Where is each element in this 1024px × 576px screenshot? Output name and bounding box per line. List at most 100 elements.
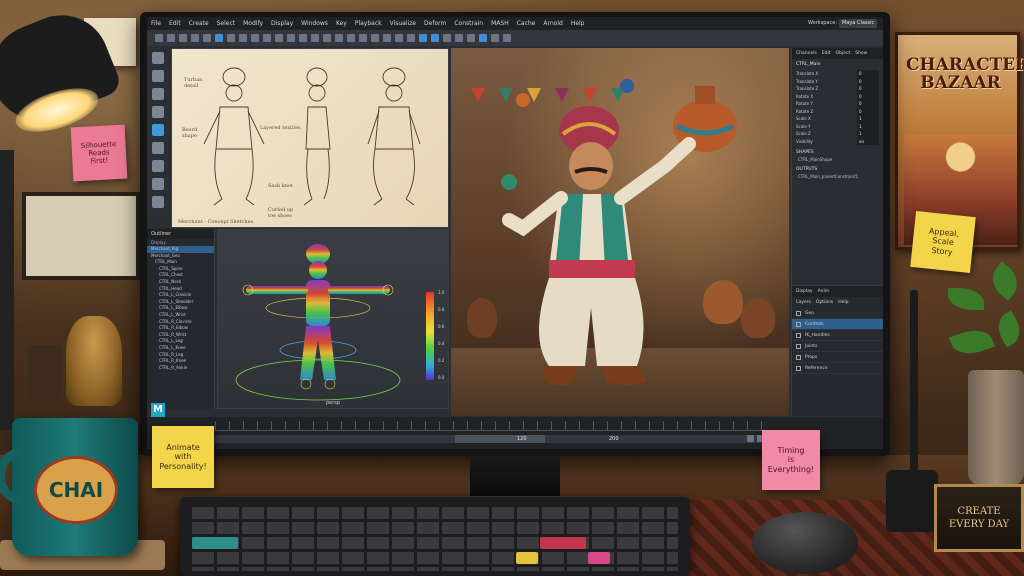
outliner-row[interactable]: Merchant_Rig	[147, 246, 214, 253]
menu-visualize[interactable]: Visualize	[386, 20, 420, 27]
menu-file[interactable]: File	[147, 20, 165, 27]
channel-value-field[interactable]: on	[857, 137, 879, 145]
layer-menu-help[interactable]: Help	[838, 300, 848, 305]
channel-value-field[interactable]: 1	[857, 130, 879, 138]
layer-visibility-icon[interactable]	[796, 332, 801, 338]
outliner-row[interactable]: CTRL_R_Wrist	[147, 332, 214, 339]
channel-row[interactable]: Translate Y 0	[792, 77, 883, 85]
range-end-frame[interactable]: 200	[609, 436, 619, 442]
wireframe-icon[interactable]	[383, 34, 391, 42]
open-scene-icon[interactable]	[167, 34, 175, 42]
layer-row[interactable]: Controls	[792, 319, 883, 330]
select-by-object-icon[interactable]	[227, 34, 235, 42]
layer-menu-layers[interactable]: Layers	[796, 300, 811, 305]
isolate-icon[interactable]	[455, 34, 463, 42]
save-scene-icon[interactable]	[179, 34, 187, 42]
channel-value-field[interactable]: 0	[857, 100, 879, 108]
render-settings-icon[interactable]	[335, 34, 343, 42]
channel-row[interactable]: Visibility on	[792, 137, 883, 145]
use-lights-icon[interactable]	[419, 34, 427, 42]
shadows-icon[interactable]	[431, 34, 439, 42]
redo-icon[interactable]	[203, 34, 211, 42]
outliner-row[interactable]: CTRL_L_Clavicle	[147, 292, 214, 299]
layer-visibility-icon[interactable]	[796, 354, 801, 360]
outliner-row[interactable]: CTRL_R_Ankle	[147, 365, 214, 372]
range-slider[interactable]	[215, 435, 775, 443]
channel-value-field[interactable]: 0	[857, 85, 879, 93]
select-tool-icon[interactable]	[152, 52, 164, 64]
menu-cache[interactable]: Cache	[513, 20, 540, 27]
channel-row[interactable]: Scale Y 1	[792, 122, 883, 130]
channel-row[interactable]: Rotate Z 0	[792, 107, 883, 115]
light-icon[interactable]	[371, 34, 379, 42]
lasso-tool-icon[interactable]	[152, 70, 164, 82]
hud-icon[interactable]	[479, 34, 487, 42]
outliner-row[interactable]: CTRL_Main	[147, 259, 214, 266]
layer-menu-options[interactable]: Options	[816, 300, 833, 305]
channel-row[interactable]: Scale X 1	[792, 115, 883, 123]
time-ruler[interactable]	[215, 421, 775, 431]
layer-visibility-icon[interactable]	[796, 343, 801, 349]
channel-row[interactable]: Translate X 0	[792, 70, 883, 78]
menu-deform[interactable]: Deform	[420, 20, 450, 27]
menu-playback[interactable]: Playback	[351, 20, 386, 27]
outliner-display-menu[interactable]: Display	[147, 239, 214, 246]
close-panel-icon[interactable]	[503, 34, 511, 42]
rig-r-foot-control[interactable]	[324, 378, 336, 390]
tab-display[interactable]: Display	[796, 289, 813, 294]
menu-display[interactable]: Display	[267, 20, 297, 27]
layer-row[interactable]: Geo	[792, 308, 883, 319]
menu-edit[interactable]: Edit	[165, 20, 185, 27]
outliner-row[interactable]: Merchant_Geo	[147, 253, 214, 260]
channel-value-field[interactable]: 0	[857, 70, 879, 78]
outliner-row[interactable]: CTRL_R_Clavicle	[147, 319, 214, 326]
outliner-row[interactable]: CTRL_R_Elbow	[147, 325, 214, 332]
rig-hip-control[interactable]	[279, 340, 357, 360]
channel-value-field[interactable]: 1	[857, 115, 879, 123]
xray-icon[interactable]	[443, 34, 451, 42]
channel-row[interactable]: Rotate Y 0	[792, 100, 883, 108]
channel-row[interactable]: Scale Z 1	[792, 130, 883, 138]
layer-visibility-icon[interactable]	[796, 321, 801, 327]
render-frame-icon[interactable]	[311, 34, 319, 42]
menu-help[interactable]: Help	[567, 20, 589, 27]
output-node[interactable]: CTRL_Main_parentConstraint1	[792, 174, 883, 179]
layer-row[interactable]: Props	[792, 352, 883, 363]
outliner-row[interactable]: CTRL_R_Leg	[147, 352, 214, 359]
channel-value-field[interactable]: 1	[857, 122, 879, 130]
layout-four-icon[interactable]	[152, 178, 164, 190]
new-scene-icon[interactable]	[155, 34, 163, 42]
workspace-dropdown[interactable]: Maya Classic	[839, 19, 877, 28]
rotate-tool-icon[interactable]	[152, 124, 164, 136]
menu-arnold[interactable]: Arnold	[539, 20, 566, 27]
textured-icon[interactable]	[407, 34, 415, 42]
layer-row[interactable]: IK_Handles	[792, 330, 883, 341]
range-start-frame[interactable]: 120	[517, 436, 527, 442]
menu-key[interactable]: Key	[332, 20, 351, 27]
scale-tool-icon[interactable]	[152, 142, 164, 154]
render-viewport[interactable]	[451, 48, 789, 416]
playblast-icon[interactable]	[491, 34, 499, 42]
channel-menu-object[interactable]: Object	[836, 51, 851, 56]
channel-value-field[interactable]: 0	[857, 77, 879, 85]
camera-icon[interactable]	[359, 34, 367, 42]
channel-menu-channels[interactable]: Channels	[796, 51, 817, 56]
move-tool-icon[interactable]	[152, 106, 164, 118]
rig-root-control[interactable]	[235, 359, 401, 401]
snap-curve-icon[interactable]	[263, 34, 271, 42]
shape-node[interactable]: CTRL_MainShape	[792, 157, 883, 162]
outliner-row[interactable]: CTRL_L_Knee	[147, 345, 214, 352]
hypershade-icon[interactable]	[347, 34, 355, 42]
menu-windows[interactable]: Windows	[297, 20, 332, 27]
menu-constrain[interactable]: Constrain	[450, 20, 487, 27]
rig-l-foot-control[interactable]	[300, 378, 312, 390]
history-icon[interactable]	[299, 34, 307, 42]
channel-value-field[interactable]: 0	[857, 92, 879, 100]
outliner-row[interactable]: CTRL_L_Shoulder	[147, 299, 214, 306]
outliner-row[interactable]: CTRL_Head	[147, 286, 214, 293]
snap-point-icon[interactable]	[275, 34, 283, 42]
channel-row[interactable]: Translate Z 0	[792, 85, 883, 93]
range-slider-handle[interactable]	[455, 435, 545, 443]
layer-row[interactable]: Reference	[792, 363, 883, 374]
select-by-hierarchy-icon[interactable]	[215, 34, 223, 42]
